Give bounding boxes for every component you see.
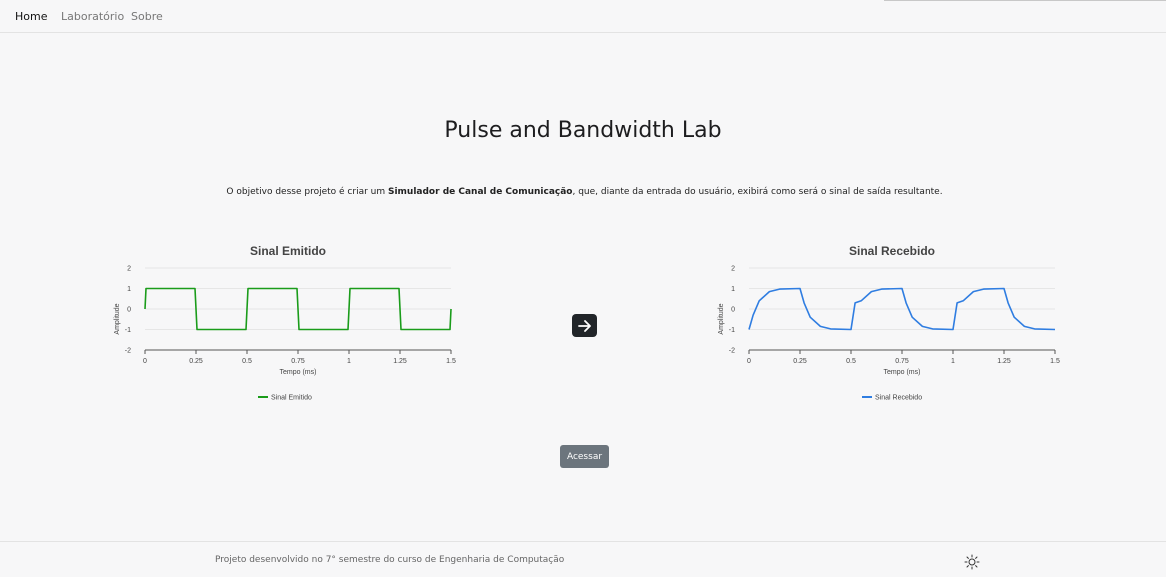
page-title: Pulse and Bandwidth Lab xyxy=(444,118,722,143)
chart0-y-tick-label: -1 xyxy=(125,327,131,334)
chart0-title: Sinal Emitido xyxy=(250,244,326,258)
navbar: Home Laboratório Sobre xyxy=(0,0,1166,33)
footer: Projeto desenvolvido no 7° semestre do c… xyxy=(0,541,1166,577)
footer-text: Projeto desenvolvido no 7° semestre do c… xyxy=(215,555,565,565)
chart1-y-tick-label: 2 xyxy=(731,266,735,273)
access-button[interactable]: Acessar xyxy=(560,445,609,468)
chart1-y-tick-label: 1 xyxy=(731,286,735,293)
chart0-x-tick-label: 1 xyxy=(347,358,351,365)
chart1-x-tick-label: 0.5 xyxy=(846,358,856,365)
page-description: O objetivo desse projeto é criar um Simu… xyxy=(0,187,1166,197)
chart1-y-axis-label: Amplitude xyxy=(718,303,725,334)
chart1-x-tick-label: 1.5 xyxy=(1050,358,1060,365)
chart0-x-tick-label: 0.25 xyxy=(189,358,203,365)
chart0-y-tick-label: 0 xyxy=(127,307,131,314)
emitted-signal-chart-svg: Sinal Emitido 2 1 0 -1 -2 0 0.25 0.5 0.75 1 1.25 1.5… xyxy=(114,244,456,402)
chart0-x-tick-label: 0.5 xyxy=(242,358,252,365)
description-prefix: O objetivo desse projeto é criar um xyxy=(226,187,388,197)
chart0-y-tick-label: 2 xyxy=(127,266,131,273)
description-suffix: , que, diante da entrada do usuário, exi… xyxy=(572,187,943,197)
emitted-signal-chart: Sinal Emitido 2 1 0 -1 -2 0 0.25 0.5 0.75 1 1.25 1.5… xyxy=(105,240,465,410)
chart1-x-tick-label: 1.25 xyxy=(997,358,1011,365)
arrow-right-icon xyxy=(577,319,591,332)
chart1-y-tick-label: 0 xyxy=(731,307,735,314)
chart1-title: Sinal Recebido xyxy=(849,244,935,258)
chart1-y-tick-label: -2 xyxy=(729,348,735,355)
chart0-y-tick-label: -2 xyxy=(125,348,131,355)
chart1-x-tick-label: 0 xyxy=(747,358,751,365)
chart0-x-tick-label: 0.75 xyxy=(291,358,305,365)
chart1-x-tick-label: 0.75 xyxy=(895,358,909,365)
arrow-right-button[interactable] xyxy=(572,314,597,337)
chart1-legend-label: Sinal Recebido xyxy=(875,395,922,402)
chart0-y-tick-label: 1 xyxy=(127,286,131,293)
chart0-x-tick-label: 1.5 xyxy=(446,358,456,365)
nav-item-home[interactable]: Home xyxy=(15,10,47,23)
received-signal-chart: Sinal Recebido 2 1 0 -1 -2 0 0.25 0.5 0.75 1 1.25 1.… xyxy=(709,240,1069,410)
nav-item-sobre[interactable]: Sobre xyxy=(131,10,163,23)
chart0-legend-label: Sinal Emitido xyxy=(271,395,312,402)
chart0-y-axis-label: Amplitude xyxy=(114,303,121,334)
chart1-x-tick-label: 0.25 xyxy=(793,358,807,365)
chart1-x-axis-label: Tempo (ms) xyxy=(884,369,921,376)
nav-item-laboratorio[interactable]: Laboratório xyxy=(61,10,124,23)
received-signal-chart-svg: Sinal Recebido 2 1 0 -1 -2 0 0.25 0.5 0.75 1 1.25 1.… xyxy=(718,244,1060,402)
chart1-y-tick-label: -1 xyxy=(729,327,735,334)
sun-icon[interactable] xyxy=(964,554,980,570)
navbar-top-line xyxy=(884,0,1166,1)
chart0-x-axis-label: Tempo (ms) xyxy=(280,369,317,376)
description-bold: Simulador de Canal de Comunicação xyxy=(387,187,573,197)
chart0-x-tick-label: 0 xyxy=(143,358,147,365)
chart0-x-tick-label: 1.25 xyxy=(393,358,407,365)
chart1-x-tick-label: 1 xyxy=(951,358,955,365)
